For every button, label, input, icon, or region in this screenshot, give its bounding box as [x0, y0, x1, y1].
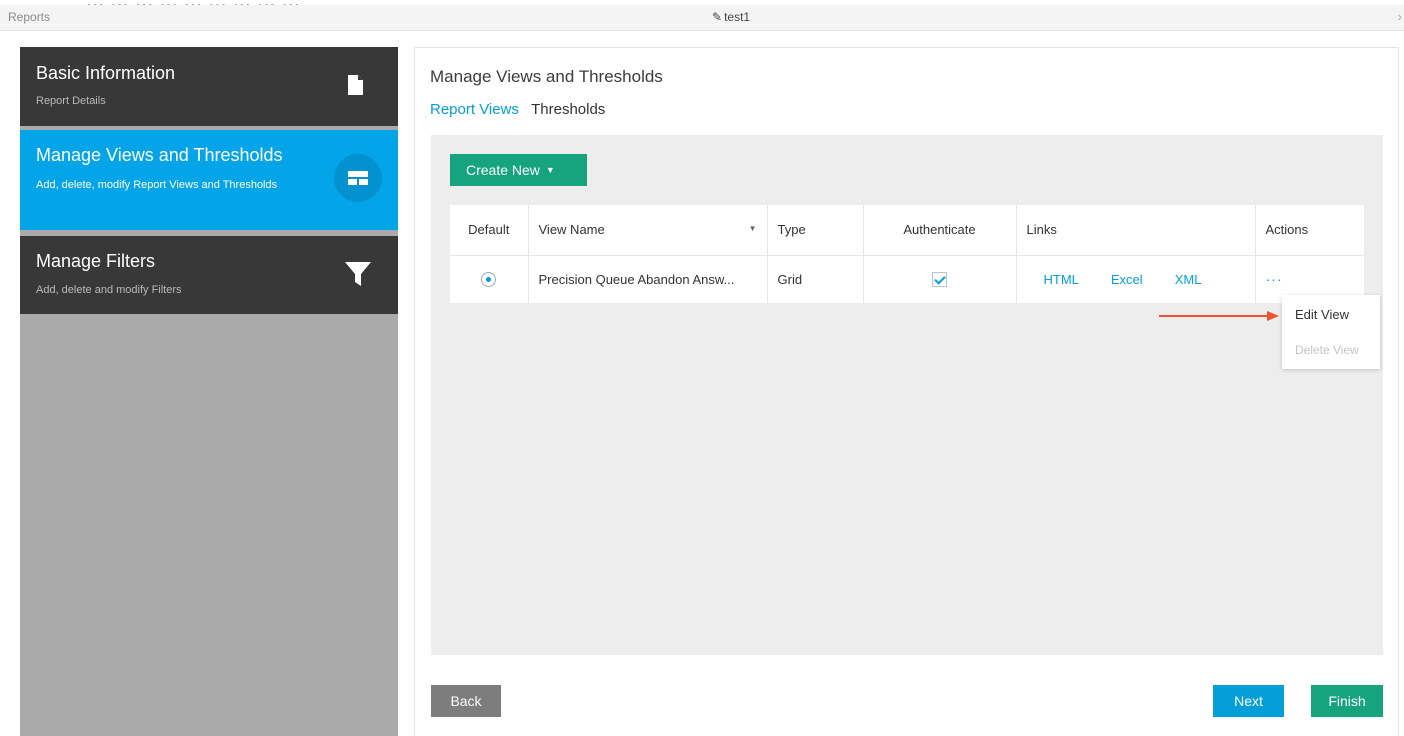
step-basic-information[interactable]: Basic Information Report Details [20, 47, 398, 126]
menu-item-delete-view[interactable]: Delete View [1295, 343, 1359, 357]
more-actions-icon[interactable]: ··· [1266, 271, 1283, 287]
view-name-cell: Precision Queue Abandon Answ... [528, 255, 768, 303]
links-cell: HTML Excel XML [1016, 255, 1256, 303]
step-manage-views[interactable]: Manage Views and Thresholds Add, delete,… [20, 130, 398, 230]
report-name-text: test1 [724, 10, 751, 24]
tab-bar: Report Views Thresholds [430, 101, 613, 118]
step-title: Manage Views and Thresholds [36, 145, 283, 165]
filter-icon [345, 262, 371, 286]
sort-caret-icon[interactable]: ▼ [749, 224, 757, 233]
step-title: Manage Filters [36, 251, 156, 271]
step-manage-filters[interactable]: Manage Filters Add, delete and modify Fi… [20, 236, 398, 314]
create-new-label: Create New [466, 162, 540, 178]
finish-button[interactable]: Finish [1311, 685, 1383, 717]
table-row: Precision Queue Abandon Answ... Grid HTM… [450, 255, 1364, 303]
link-excel[interactable]: Excel [1111, 272, 1143, 287]
page-title: Manage Views and Thresholds [430, 67, 663, 86]
views-layout-icon [334, 154, 382, 202]
link-html[interactable]: HTML [1044, 272, 1079, 287]
table-header-row: Default View Name ▼ Type Authenticate Lin… [450, 205, 1364, 256]
back-button[interactable]: Back [431, 685, 501, 717]
wizard-steps: Basic Information Report Details Manage … [20, 47, 398, 736]
tab-report-views[interactable]: Report Views [430, 101, 519, 118]
column-header-authenticate: Authenticate [863, 205, 1017, 256]
main-card: Manage Views and Thresholds Report Views… [414, 47, 1399, 736]
column-header-label: View Name [538, 222, 605, 238]
column-header-links: Links [1016, 205, 1256, 256]
column-header-type: Type [767, 205, 864, 256]
report-name[interactable]: ✎ test1 [712, 10, 750, 24]
breadcrumb[interactable]: Reports [8, 10, 50, 24]
default-radio[interactable] [481, 272, 497, 288]
authenticate-checkbox[interactable] [932, 272, 947, 288]
menu-item-edit-view[interactable]: Edit View [1295, 307, 1349, 322]
report-views-panel: Create New ▼ Default View Name ▼ Type Auth… [431, 135, 1383, 655]
link-xml[interactable]: XML [1175, 272, 1202, 287]
step-subtitle: Add, delete and modify Filters [36, 284, 182, 296]
step-subtitle: Add, delete, modify Report Views and Thr… [36, 179, 278, 191]
column-header-actions: Actions [1255, 205, 1364, 256]
column-header-view-name[interactable]: View Name ▼ [528, 205, 768, 256]
next-button[interactable]: Next [1213, 685, 1284, 717]
pencil-icon: ✎ [712, 10, 723, 24]
views-table: Default View Name ▼ Type Authenticate Lin… [450, 205, 1364, 303]
column-header-default: Default [450, 205, 529, 256]
default-cell [450, 255, 529, 303]
step-subtitle: Report Details [36, 95, 106, 107]
step-title: Basic Information [36, 63, 176, 83]
close-icon[interactable]: › [1398, 9, 1402, 24]
type-cell: Grid [767, 255, 864, 303]
document-icon [348, 75, 363, 95]
annotation-arrow-icon [1159, 311, 1279, 321]
authenticate-cell [863, 255, 1017, 303]
caret-down-icon: ▼ [545, 165, 555, 175]
header-bar: Reports ✎ test1 › [0, 5, 1404, 31]
create-new-button[interactable]: Create New ▼ [450, 154, 587, 186]
tab-thresholds[interactable]: Thresholds [531, 101, 605, 118]
actions-menu: Edit View Delete View [1282, 295, 1380, 369]
